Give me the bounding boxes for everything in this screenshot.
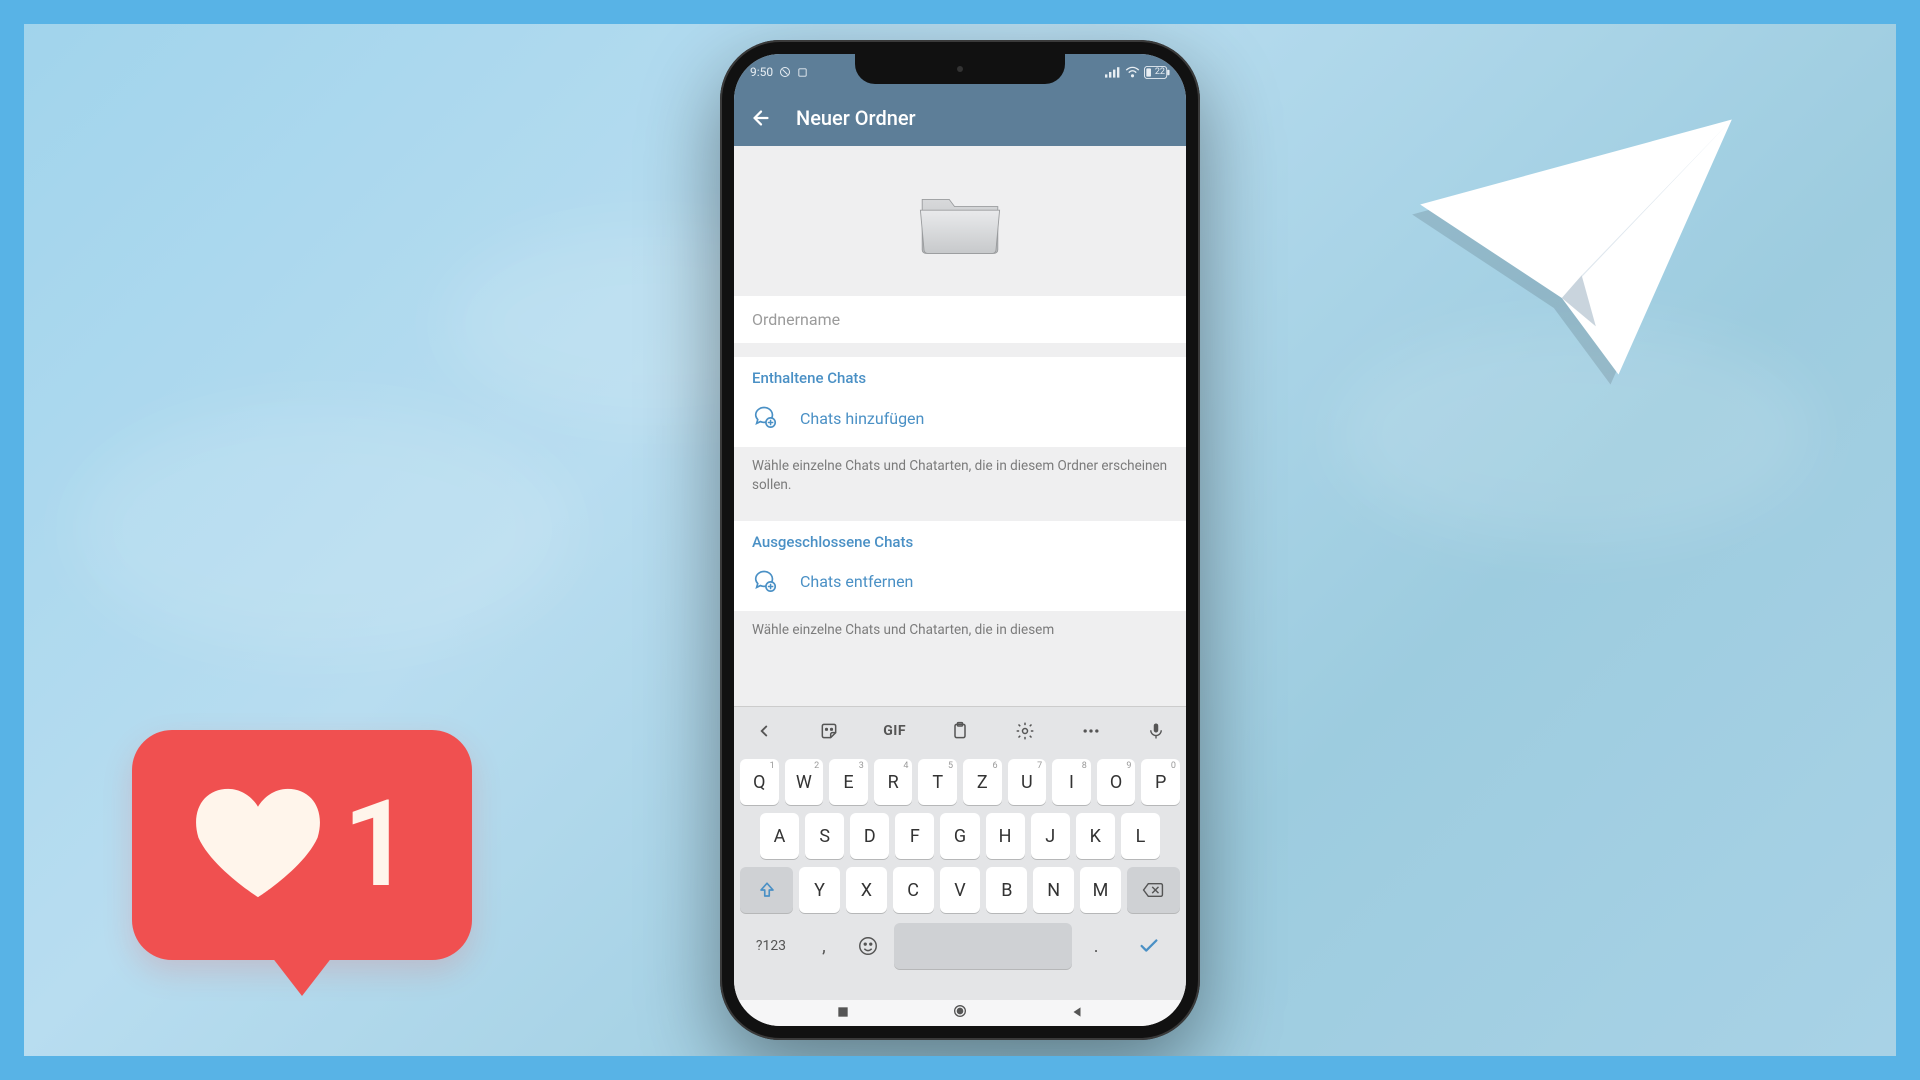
enter-key[interactable] [1120, 923, 1178, 969]
key-k[interactable]: K [1076, 813, 1115, 859]
key-n[interactable]: N [1033, 867, 1074, 913]
excluded-header: Ausgeschlossene Chats [734, 521, 1186, 557]
included-chats-section: Enthaltene Chats Chats hinzufügen [734, 357, 1186, 447]
add-chats-label: Chats hinzufügen [800, 409, 924, 428]
key-a[interactable]: A [760, 813, 799, 859]
key-w[interactable]: W2 [785, 759, 824, 805]
gif-button[interactable]: GIF [875, 711, 915, 751]
nav-recent-button[interactable] [836, 1004, 850, 1023]
space-key[interactable] [894, 923, 1072, 969]
mic-icon[interactable] [1136, 711, 1176, 751]
content-area: Enthaltene Chats Chats hinzufügen Wähle … [734, 146, 1186, 706]
key-p[interactable]: P0 [1141, 759, 1180, 805]
folder-name-input[interactable] [752, 310, 1168, 329]
backspace-key[interactable] [1127, 867, 1180, 913]
phone-notch [855, 54, 1065, 84]
key-j[interactable]: J [1031, 813, 1070, 859]
sticker-icon[interactable] [809, 711, 849, 751]
add-chats-button[interactable]: Chats hinzufügen [734, 393, 1186, 447]
key-x[interactable]: X [846, 867, 887, 913]
status-time: 9:50 [750, 65, 773, 79]
add-chat-icon [752, 403, 778, 433]
keyboard-row-4: ?123 , . [734, 917, 1186, 973]
wifi-icon [1125, 66, 1140, 78]
back-button[interactable] [750, 107, 772, 129]
key-q[interactable]: Q1 [740, 759, 779, 805]
included-desc: Wähle einzelne Chats und Chatarten, die … [734, 447, 1186, 507]
keyboard-toolbar: GIF [734, 707, 1186, 755]
app-bar: Neuer Ordner [734, 90, 1186, 146]
kb-collapse-button[interactable] [744, 711, 784, 751]
excluded-chats-section: Ausgeschlossene Chats Chats entfernen [734, 521, 1186, 611]
gear-icon[interactable] [1005, 711, 1045, 751]
paper-plane-icon [1406, 102, 1746, 396]
key-u[interactable]: U7 [1008, 759, 1047, 805]
key-e[interactable]: E3 [829, 759, 868, 805]
folder-illustration [734, 146, 1186, 296]
shift-key[interactable] [740, 867, 793, 913]
background: 9:50 2 [24, 24, 1896, 1056]
key-b[interactable]: B [986, 867, 1027, 913]
key-v[interactable]: V [940, 867, 981, 913]
keyboard-row-1: Q1 W2 E3 R4 T5 Z6 U7 I8 O9 P0 [734, 755, 1186, 809]
key-t[interactable]: T5 [918, 759, 957, 805]
key-h[interactable]: H [986, 813, 1025, 859]
included-header: Enthaltene Chats [734, 357, 1186, 393]
remove-chats-button[interactable]: Chats entfernen [734, 557, 1186, 611]
symbols-key[interactable]: ?123 [742, 923, 800, 969]
battery-percent: 22 [1155, 67, 1165, 77]
phone-screen: 9:50 2 [734, 54, 1186, 1026]
period-key[interactable]: . [1078, 923, 1114, 969]
key-m[interactable]: M [1080, 867, 1121, 913]
emoji-key[interactable] [848, 923, 888, 969]
key-d[interactable]: D [850, 813, 889, 859]
square-icon [797, 67, 808, 78]
heart-icon [193, 783, 323, 907]
key-o[interactable]: O9 [1097, 759, 1136, 805]
key-r[interactable]: R4 [874, 759, 913, 805]
keyboard: GIF Q1 W2 E [734, 706, 1186, 1000]
battery-icon: 22 [1144, 66, 1170, 79]
page-title: Neuer Ordner [796, 106, 916, 130]
like-badge: 1 [132, 730, 472, 960]
phone-frame: 9:50 2 [720, 40, 1200, 1040]
android-nav-bar [734, 1000, 1186, 1026]
folder-name-row [734, 296, 1186, 343]
keyboard-row-2: A S D F G H J K L [734, 809, 1186, 863]
dnd-icon [779, 66, 791, 78]
keyboard-row-3: Y X C V B N M [734, 863, 1186, 917]
key-z[interactable]: Z6 [963, 759, 1002, 805]
excluded-desc: Wähle einzelne Chats und Chatarten, die … [734, 611, 1186, 652]
remove-chat-icon [752, 567, 778, 597]
bg-cloud [74, 404, 574, 654]
key-y[interactable]: Y [799, 867, 840, 913]
folder-icon [915, 185, 1005, 257]
more-icon[interactable] [1071, 711, 1111, 751]
nav-home-button[interactable] [952, 1003, 968, 1023]
like-count: 1 [343, 775, 412, 915]
key-c[interactable]: C [893, 867, 934, 913]
comma-key[interactable]: , [806, 923, 842, 969]
clipboard-icon[interactable] [940, 711, 980, 751]
key-f[interactable]: F [895, 813, 934, 859]
signal-icon [1105, 66, 1121, 78]
key-s[interactable]: S [805, 813, 844, 859]
remove-chats-label: Chats entfernen [800, 572, 913, 591]
key-l[interactable]: L [1121, 813, 1160, 859]
key-i[interactable]: I8 [1052, 759, 1091, 805]
nav-back-button[interactable] [1070, 1004, 1084, 1023]
key-g[interactable]: G [940, 813, 979, 859]
